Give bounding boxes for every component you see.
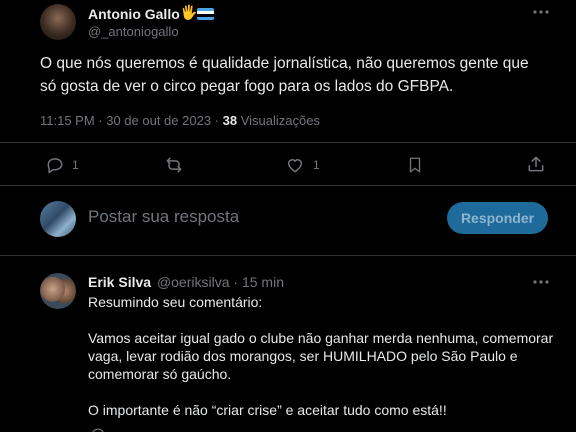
author-avatar[interactable] xyxy=(40,4,76,40)
views-label: Visualizações xyxy=(237,113,320,128)
reply-author-line: Erik Silva @oeriksilva · 15 min xyxy=(88,274,284,290)
tweet-text-line: só gosta de ver o circo pegar fogo para … xyxy=(40,78,454,95)
reply-text-line: Vamos aceitar igual gado o clube não gan… xyxy=(88,330,554,346)
more-options-icon[interactable] xyxy=(531,4,551,20)
reply-icon xyxy=(47,158,63,174)
reply-time[interactable]: · 15 min xyxy=(230,274,284,290)
reply-text-line: O importante é não “criar crise” e aceit… xyxy=(88,402,447,418)
like-count: 1 xyxy=(313,158,320,172)
divider xyxy=(0,255,576,256)
reply-author-name[interactable]: Erik Silva xyxy=(88,274,151,290)
flag-icon xyxy=(197,8,214,20)
tweet-meta: 11:15 PM · 30 de out de 2023 · 38 Visual… xyxy=(40,113,320,128)
reply-author-avatar[interactable] xyxy=(40,273,76,309)
reply-button[interactable]: 1 xyxy=(45,155,79,175)
share-icon xyxy=(528,156,544,172)
bookmark-icon xyxy=(409,157,421,173)
reply-author-handle[interactable]: @oeriksilva xyxy=(157,274,230,290)
like-button[interactable]: 1 xyxy=(285,155,320,175)
tweet-text-line: O que nós queremos é qualidade jornalíst… xyxy=(40,55,529,72)
hand-emoji-icon: 🖐 xyxy=(180,5,198,21)
reply-text-line: vaga, levar rodião dos morangos, ser HUM… xyxy=(88,348,518,364)
retweet-icon xyxy=(166,157,182,173)
current-user-avatar[interactable] xyxy=(40,201,76,237)
bookmark-button[interactable] xyxy=(406,155,424,180)
divider xyxy=(0,185,576,186)
reply-text-line: comemorar só gaúcho. xyxy=(88,366,232,382)
reply-actions-partial xyxy=(88,426,548,432)
tweet-timestamp[interactable]: 11:15 PM · 30 de out de 2023 · xyxy=(40,113,223,128)
reply-submit-button[interactable]: Responder xyxy=(447,202,548,234)
reply-input[interactable]: Postar sua resposta xyxy=(88,207,239,227)
reply-count: 1 xyxy=(72,158,79,172)
heart-icon xyxy=(288,159,302,173)
divider xyxy=(0,142,576,143)
views-count: 38 xyxy=(222,113,238,128)
reply-text-line: Resumindo seu comentário: xyxy=(88,294,263,310)
author-handle[interactable]: @_antoniogallo xyxy=(88,24,179,39)
author-name[interactable]: Antonio Gallo xyxy=(88,6,180,22)
share-button[interactable] xyxy=(526,154,546,179)
reply-more-options-icon[interactable] xyxy=(531,274,551,290)
retweet-button[interactable] xyxy=(163,155,191,175)
